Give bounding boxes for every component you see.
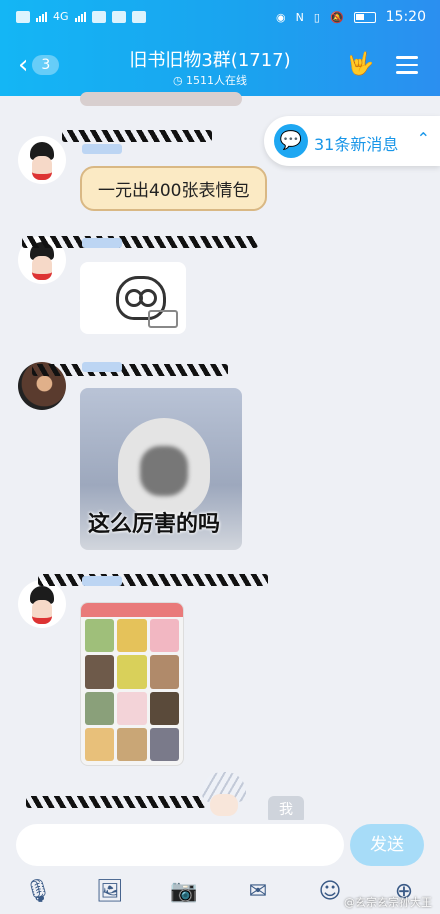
online-count: ◷ 1511人在线 <box>60 72 360 88</box>
clock-icon: ◷ <box>172 74 187 87</box>
grid-thumb <box>117 655 147 689</box>
menu-line <box>396 56 418 59</box>
weibo-watermark: @玄宗玄宗孙大王 <box>344 896 432 909</box>
unread-count-badge: 3 <box>32 55 60 75</box>
signal-icon <box>36 11 47 22</box>
send-button[interactable]: 发送 <box>350 824 424 866</box>
eye-icon: ◉ <box>276 10 286 24</box>
grid-thumb <box>117 619 147 653</box>
grid-thumb <box>85 655 115 689</box>
image-icon[interactable]: 🖼 <box>96 878 124 906</box>
camera-icon[interactable]: 📷 <box>170 878 198 906</box>
menu-line <box>396 63 418 66</box>
app-notification-icon-2 <box>111 10 126 23</box>
sender-name-redacted <box>32 364 228 376</box>
member-level-tag <box>82 362 122 372</box>
mute-icon: 🔕 <box>329 10 344 24</box>
member-level-tag <box>82 144 122 154</box>
app-notification-icon <box>91 10 106 23</box>
input-bar: 发送 🎙 🖼 📷 ✉ ☺ ⊕ @玄宗玄宗孙大王 <box>0 820 440 914</box>
new-messages-label: 31条新消息 <box>314 135 399 154</box>
hand-gesture-icon[interactable]: 🤟 <box>347 52 374 77</box>
avatar[interactable] <box>18 136 66 184</box>
sim-icon <box>16 10 30 23</box>
menu-line <box>396 71 418 74</box>
chevron-up-icon: ⌃ <box>416 129 430 148</box>
chat-bubble-icon: 💬 <box>274 124 308 158</box>
status-left: 4G <box>16 10 146 23</box>
message-input[interactable] <box>16 824 344 866</box>
menu-button[interactable] <box>396 56 418 74</box>
grid-thumb <box>149 691 179 725</box>
grid-thumb <box>85 691 115 725</box>
member-level-tag <box>82 576 122 586</box>
nfc-icon: N <box>295 10 304 24</box>
sticker-grid-screenshot[interactable] <box>80 602 184 766</box>
online-count-text: 1511人在线 <box>186 74 248 87</box>
status-right: ◉ N ▯ 🔕 15:20 <box>276 9 426 25</box>
sender-name-redacted <box>38 574 268 586</box>
sender-name-redacted <box>26 796 206 808</box>
text-message-bubble[interactable]: 一元出400张表情包 <box>80 166 268 211</box>
anime-avatar[interactable] <box>196 772 252 820</box>
meme-caption: 这么厉害的吗 <box>88 512 221 537</box>
vibrate-icon: ▯ <box>313 10 320 24</box>
new-messages-indicator[interactable]: 💬 31条新消息 ⌃ <box>264 116 440 166</box>
grid-thumb <box>85 619 115 653</box>
meme-image[interactable]: 这么厉害的吗 <box>80 388 242 550</box>
qr-watermark-icon <box>148 310 178 328</box>
image-message-partial[interactable] <box>80 92 242 106</box>
screenshot-header <box>81 603 183 617</box>
network-type: 4G <box>53 10 69 23</box>
member-level-tag <box>82 238 122 248</box>
microphone-icon[interactable]: 🎙 <box>24 878 52 906</box>
grid-thumb <box>117 727 147 761</box>
sticker-grid <box>85 619 179 761</box>
header-bar: 4G ◉ N ▯ 🔕 15:20 ‹ 3 旧书旧物3群(1717) ◷ 1511… <box>0 0 440 96</box>
grid-thumb <box>149 619 179 653</box>
back-button[interactable]: ‹ 3 <box>18 50 60 80</box>
avatar[interactable] <box>18 580 66 628</box>
emoji-icon[interactable]: ☺ <box>316 878 344 906</box>
chevron-left-icon: ‹ <box>18 50 29 80</box>
app-notification-icon-3 <box>131 10 146 23</box>
sender-name-redacted <box>62 130 212 142</box>
grid-thumb <box>149 655 179 689</box>
meme-bear-figure <box>118 418 210 518</box>
status-bar: 4G ◉ N ▯ 🔕 15:20 <box>0 0 440 34</box>
red-packet-icon[interactable]: ✉ <box>244 878 272 906</box>
sticker-image[interactable] <box>80 262 186 334</box>
grid-thumb <box>85 727 115 761</box>
signal-icon-2 <box>74 11 86 22</box>
grid-thumb <box>149 727 179 761</box>
status-time: 15:20 <box>385 9 426 25</box>
sender-name-redacted <box>22 236 258 248</box>
group-title[interactable]: 旧书旧物3群(1717) <box>60 46 360 72</box>
grid-thumb <box>117 691 147 725</box>
battery-icon <box>353 11 376 23</box>
chat-area[interactable]: 一元出400张表情包 💬 31条新消息 ⌃ 这么厉害的吗 我 <box>0 92 440 824</box>
